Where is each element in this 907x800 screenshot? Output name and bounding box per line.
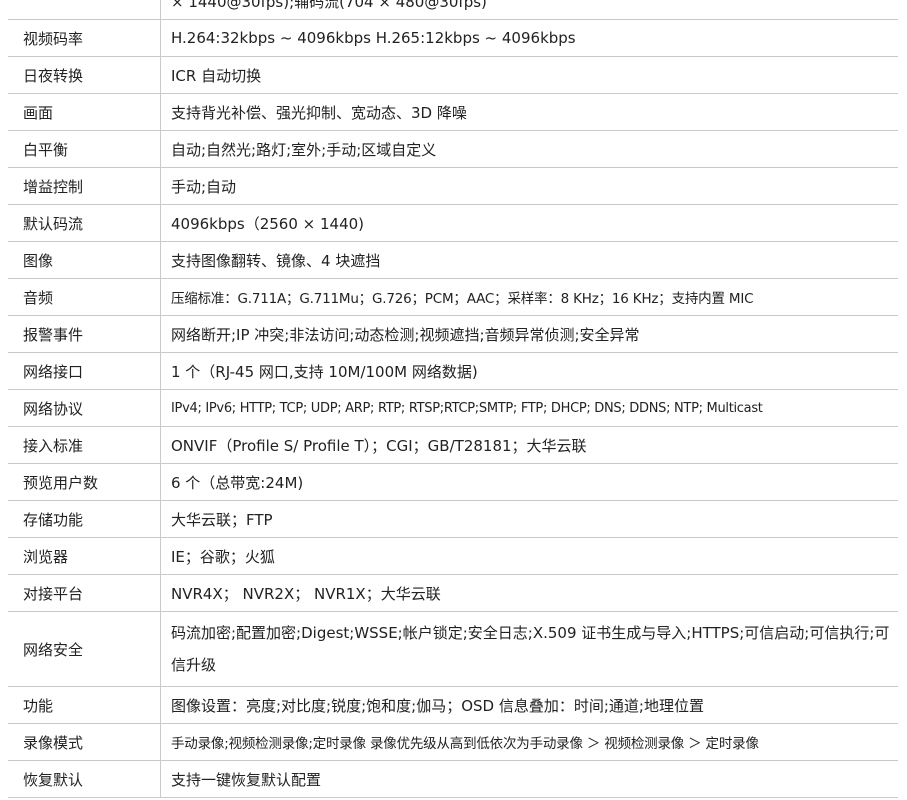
row-label: 恢复默认: [8, 760, 161, 798]
table-row: 接入标准 ONVIF（Profile S/ Profile T）；CGI；GB/…: [8, 426, 898, 464]
row-label: 报警事件: [8, 315, 161, 353]
table-row: 网络协议 IPv4; IPv6; HTTP; TCP; UDP; ARP; RT…: [8, 389, 898, 427]
row-label: 网络接口: [8, 352, 161, 390]
row-value: 大华云联；FTP: [160, 500, 898, 538]
row-value: IPv4; IPv6; HTTP; TCP; UDP; ARP; RTP; RT…: [160, 389, 898, 427]
row-label: 画面: [8, 93, 161, 131]
row-label: 日夜转换: [8, 56, 161, 94]
table-row: 图像 支持图像翻转、镜像、4 块遮挡: [8, 241, 898, 279]
row-label: 浏览器: [8, 537, 161, 575]
row-value: NVR4X； NVR2X； NVR1X；大华云联: [160, 574, 898, 612]
table-row: 画面 支持背光补偿、强光抑制、宽动态、3D 降噪: [8, 93, 898, 131]
row-label: 网络安全: [8, 611, 161, 687]
row-value: 网络断开;IP 冲突;非法访问;动态检测;视频遮挡;音频异常侦测;安全异常: [160, 315, 898, 353]
table-row: 音频 压缩标准：G.711A；G.711Mu；G.726；PCM；AAC；采样率…: [8, 278, 898, 316]
row-value: ICR 自动切换: [160, 56, 898, 94]
table-row: 浏览器 IE；谷歌；火狐: [8, 537, 898, 575]
table-row: 存储功能 大华云联；FTP: [8, 500, 898, 538]
row-value: 手动录像;视频检测录像;定时录像 录像优先级从高到低依次为手动录像 ＞ 视频检测…: [160, 723, 898, 761]
row-value: 支持背光补偿、强光抑制、宽动态、3D 降噪: [160, 93, 898, 131]
table-row: 录像模式 手动录像;视频检测录像;定时录像 录像优先级从高到低依次为手动录像 ＞…: [8, 723, 898, 761]
table-row: 白平衡 自动;自然光;路灯;室外;手动;区域自定义: [8, 130, 898, 168]
row-label: 录像模式: [8, 723, 161, 761]
row-value: 4096kbps（2560 × 1440): [160, 204, 898, 242]
row-value: 6 个（总带宽:24M): [160, 463, 898, 501]
row-label: 预览用户数: [8, 463, 161, 501]
table-row: 视频码率 H.264:32kbps ~ 4096kbps H.265:12kbp…: [8, 19, 898, 57]
row-label: 默认码流: [8, 204, 161, 242]
row-value: 压缩标准：G.711A；G.711Mu；G.726；PCM；AAC；采样率：8 …: [160, 278, 898, 316]
row-value: 码流加密;配置加密;Digest;WSSE;帐户锁定;安全日志;X.509 证书…: [160, 611, 898, 687]
table-row: 增益控制 手动;自动: [8, 167, 898, 205]
row-value: 支持一键恢复默认配置: [160, 760, 898, 798]
row-label: 视频码率: [8, 19, 161, 57]
table-row: 功能 图像设置：亮度;对比度;锐度;饱和度;伽马；OSD 信息叠加：时间;通道;…: [8, 686, 898, 724]
spec-table: × 1440@30fps);辅码流(704 × 480@30fps) 视频码率 …: [8, 0, 898, 798]
row-value: × 1440@30fps);辅码流(704 × 480@30fps): [160, 0, 898, 20]
row-value: IE；谷歌；火狐: [160, 537, 898, 575]
table-row: 预览用户数 6 个（总带宽:24M): [8, 463, 898, 501]
row-label: [8, 0, 161, 20]
table-row: 网络安全 码流加密;配置加密;Digest;WSSE;帐户锁定;安全日志;X.5…: [8, 611, 898, 687]
row-label: 网络协议: [8, 389, 161, 427]
table-row: 恢复默认 支持一键恢复默认配置: [8, 760, 898, 798]
row-value: 支持图像翻转、镜像、4 块遮挡: [160, 241, 898, 279]
row-value: 自动;自然光;路灯;室外;手动;区域自定义: [160, 130, 898, 168]
table-row: 网络接口 1 个（RJ-45 网口,支持 10M/100M 网络数据): [8, 352, 898, 390]
table-row: 报警事件 网络断开;IP 冲突;非法访问;动态检测;视频遮挡;音频异常侦测;安全…: [8, 315, 898, 353]
table-row: × 1440@30fps);辅码流(704 × 480@30fps): [8, 0, 898, 20]
table-row: 默认码流 4096kbps（2560 × 1440): [8, 204, 898, 242]
row-label: 功能: [8, 686, 161, 724]
table-row: 日夜转换 ICR 自动切换: [8, 56, 898, 94]
row-label: 对接平台: [8, 574, 161, 612]
row-value: 1 个（RJ-45 网口,支持 10M/100M 网络数据): [160, 352, 898, 390]
row-label: 音频: [8, 278, 161, 316]
row-value: 手动;自动: [160, 167, 898, 205]
table-row: 对接平台 NVR4X； NVR2X； NVR1X；大华云联: [8, 574, 898, 612]
row-value: 图像设置：亮度;对比度;锐度;饱和度;伽马；OSD 信息叠加：时间;通道;地理位…: [160, 686, 898, 724]
row-label: 接入标准: [8, 426, 161, 464]
row-label: 图像: [8, 241, 161, 279]
row-label: 存储功能: [8, 500, 161, 538]
row-value: ONVIF（Profile S/ Profile T）；CGI；GB/T2818…: [160, 426, 898, 464]
row-label: 白平衡: [8, 130, 161, 168]
row-value: H.264:32kbps ~ 4096kbps H.265:12kbps ~ 4…: [160, 19, 898, 57]
row-label: 增益控制: [8, 167, 161, 205]
